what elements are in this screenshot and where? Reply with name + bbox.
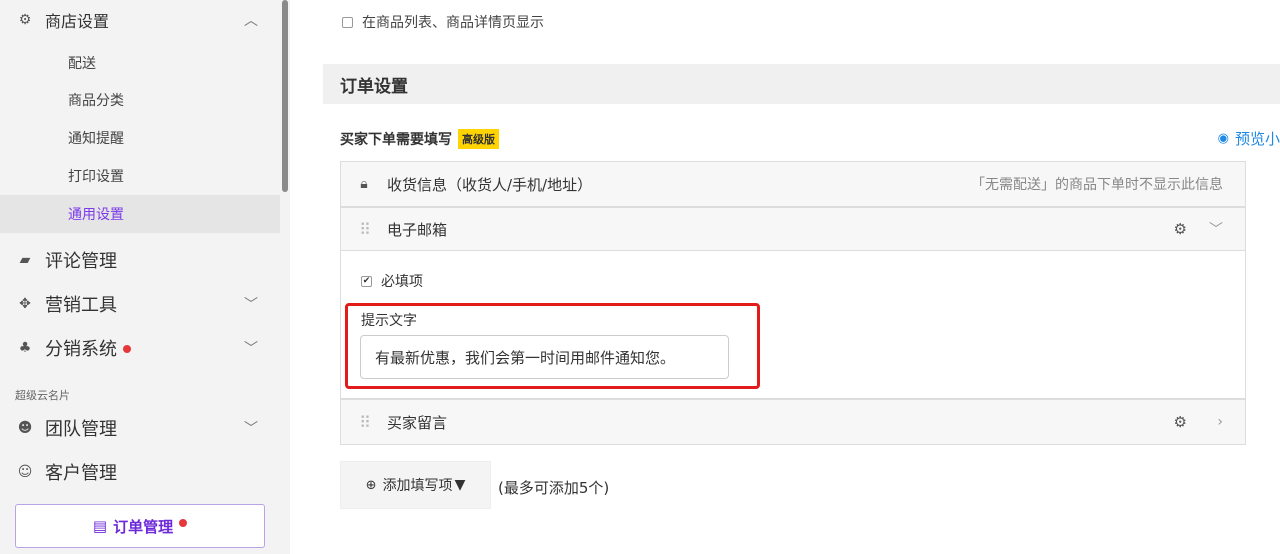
show-in-list-checkbox-row[interactable]: 在商品列表、商品详情页显示 <box>342 12 544 32</box>
drag-handle-icon[interactable]: ⠿ <box>341 220 387 239</box>
sidebar-item-label: 客户管理 <box>45 463 117 484</box>
order-management-button[interactable]: ▤ 订单管理 <box>15 504 265 548</box>
show-in-list-label: 在商品列表、商品详情页显示 <box>362 15 544 31</box>
chevron-down-icon: ﹀ <box>244 421 258 437</box>
document-icon: ▤ <box>92 517 108 535</box>
sidebar-section-label: 超级云名片 <box>15 389 70 402</box>
sidebar-item-review[interactable]: ▰ 评论管理 <box>0 238 280 282</box>
user-group-icon: ☺ <box>17 464 33 480</box>
sidebar-item-shop-settings[interactable]: ⚙ 商店设置 ︿ <box>0 0 280 40</box>
tip-text-label: 提示文字 <box>361 313 417 329</box>
field-label: 收货信息（收货人/手机/地址） <box>387 175 593 194</box>
field-row-message[interactable]: ⠿ 买家留言 ⚙ › <box>340 399 1246 445</box>
order-management-label: 订单管理 <box>113 517 174 536</box>
required-checkbox[interactable]: ✔ <box>361 275 372 287</box>
tip-text-input[interactable] <box>360 335 729 379</box>
sidebar-item-label: 团队管理 <box>45 419 117 440</box>
chevron-down-icon: ﹀ <box>244 341 258 357</box>
chevron-down-icon: ﹀ <box>244 297 258 313</box>
sidebar-subitem-label: 商品分类 <box>68 93 124 109</box>
preview-link[interactable]: ◉ 预览小 <box>1218 128 1280 149</box>
chevron-down-icon[interactable]: ﹀ <box>1209 219 1223 239</box>
field-row-shipping: 🔒︎ 收货信息（收货人/手机/地址） 「无需配送」的商品下单时不显示此信息 <box>340 161 1246 207</box>
preview-label: 预览小 <box>1234 130 1280 148</box>
sidebar: ⚙ 商店设置 ︿ 配送 商品分类 通知提醒 打印设置 通用设置 ▰ 评论管理 ✥… <box>0 0 290 554</box>
sidebar-item-label: 分销系统 <box>45 339 117 360</box>
notification-dot <box>123 345 131 353</box>
add-field-label: 添加填写项 <box>382 478 453 494</box>
sidebar-item-customer[interactable]: ☺ 客户管理 <box>0 450 280 494</box>
buyer-fields-label: 买家下单需要填写 <box>340 132 452 148</box>
gear-icon[interactable]: ⚙ <box>1174 220 1187 238</box>
add-field-button[interactable]: ⊕ 添加填写项 ▼ <box>340 461 491 509</box>
chevron-right-icon[interactable]: › <box>1217 414 1223 430</box>
gear-icon[interactable]: ⚙ <box>1174 413 1187 431</box>
sidebar-scrollbar[interactable] <box>282 0 288 192</box>
sidebar-subitem-label: 配送 <box>68 56 96 72</box>
sidebar-item-marketing[interactable]: ✥ 营销工具 ﹀ <box>0 282 280 326</box>
sidebar-subitem-delivery[interactable]: 配送 <box>0 44 280 82</box>
caret-down-icon: ▼ <box>454 477 466 493</box>
add-limit-note: (最多可添加5个) <box>498 479 610 497</box>
buyer-fields-title: 买家下单需要填写 高级版 <box>340 129 499 149</box>
sidebar-item-label: 评论管理 <box>45 251 117 272</box>
notification-dot <box>179 519 188 527</box>
field-row-email[interactable]: ⠿ 电子邮箱 ⚙ ﹀ <box>340 207 1246 251</box>
email-settings-panel: ✔ 必填项 提示文字 <box>340 251 1246 399</box>
field-hint: 「无需配送」的商品下单时不显示此信息 <box>971 177 1223 193</box>
sidebar-subitem-notify[interactable]: 通知提醒 <box>0 119 280 157</box>
drag-handle-icon[interactable]: ⠿ <box>341 413 387 432</box>
show-in-list-checkbox[interactable] <box>342 16 353 28</box>
field-label: 买家留言 <box>387 413 448 432</box>
required-checkbox-row[interactable]: ✔ 必填项 <box>361 271 423 291</box>
users-icon: ☻ <box>17 420 33 436</box>
sidebar-subitem-general[interactable]: 通用设置 <box>0 195 280 233</box>
premium-badge: 高级版 <box>458 129 499 149</box>
sidebar-subitem-category[interactable]: 商品分类 <box>0 81 280 119</box>
chevron-up-icon: ︿ <box>244 13 258 29</box>
sidebar-item-label: 商店设置 <box>45 12 110 31</box>
sidebar-item-team[interactable]: ☻ 团队管理 ﹀ <box>0 406 280 450</box>
main-content: 在商品列表、商品详情页显示 订单设置 买家下单需要填写 高级版 ◉ 预览小 🔒︎… <box>290 0 1280 554</box>
lock-icon: 🔒︎ <box>360 176 368 192</box>
plus-circle-icon: ⊕ <box>365 477 377 493</box>
field-label: 电子邮箱 <box>387 220 448 239</box>
gift-icon: ✥ <box>19 296 31 312</box>
sidebar-subitem-label: 打印设置 <box>68 169 124 185</box>
sitemap-icon: ♣ <box>18 340 32 356</box>
order-settings-header: 订单设置 <box>323 64 1280 104</box>
sidebar-item-label: 营销工具 <box>45 295 117 316</box>
gears-icon: ⚙ <box>18 12 32 28</box>
sidebar-subitem-label: 通用设置 <box>68 207 124 223</box>
section-title: 订单设置 <box>340 76 408 97</box>
eye-icon: ◉ <box>1217 131 1229 146</box>
sidebar-subitem-label: 通知提醒 <box>68 131 124 147</box>
sidebar-subitem-print[interactable]: 打印设置 <box>0 157 280 195</box>
sidebar-item-distribution[interactable]: ♣ 分销系统 ﹀ <box>0 326 280 370</box>
required-label: 必填项 <box>381 274 423 290</box>
comments-icon: ▰ <box>19 252 31 268</box>
